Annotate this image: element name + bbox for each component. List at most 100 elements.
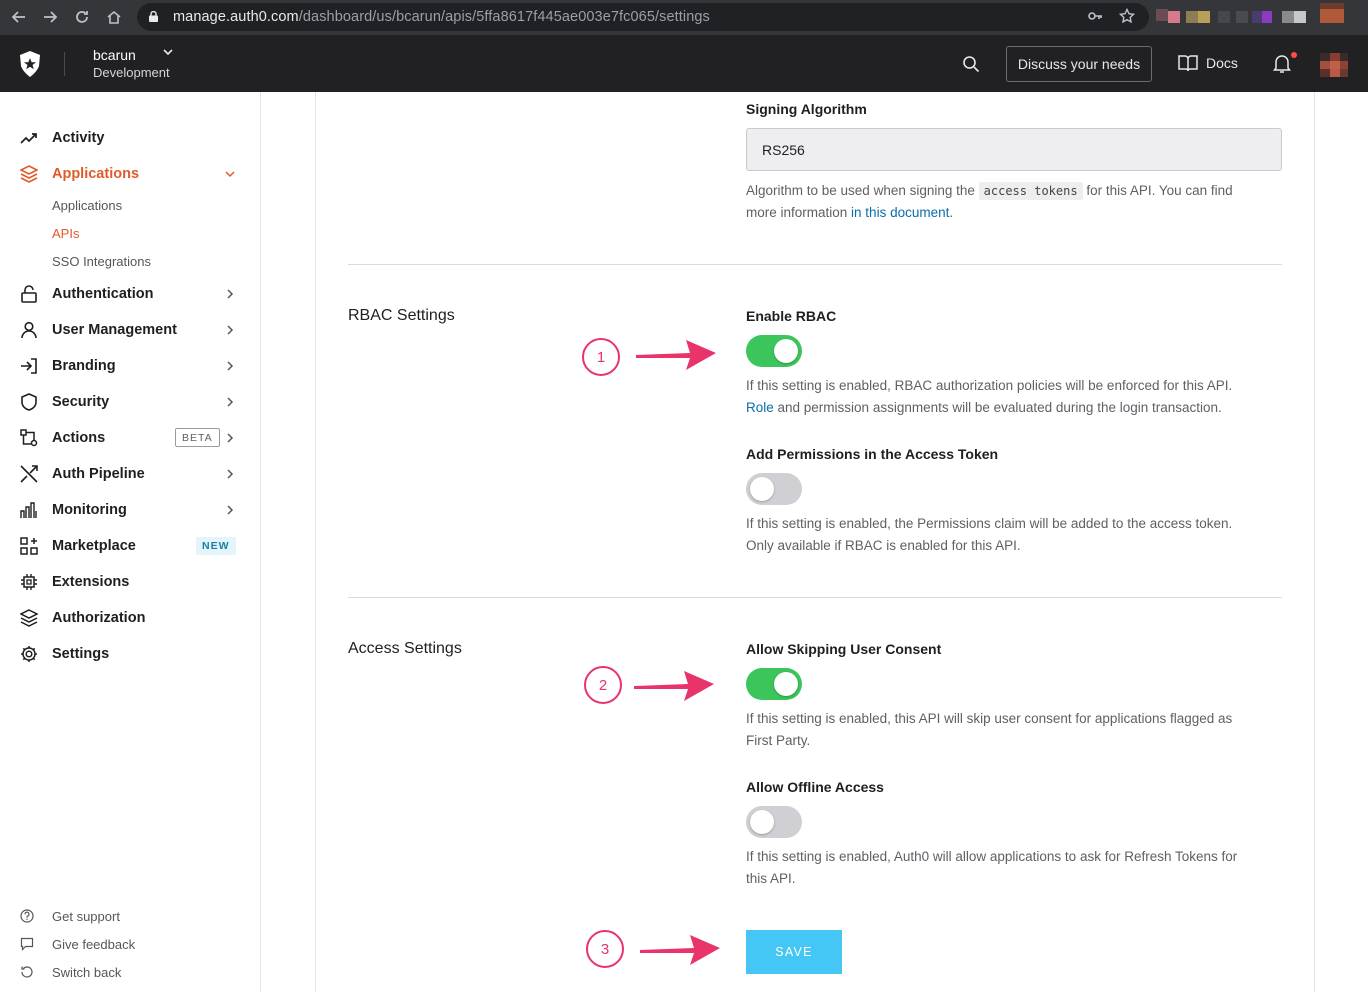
- sidebar-item-security[interactable]: Security: [0, 387, 260, 417]
- reload-icon[interactable]: [71, 6, 93, 28]
- refresh-icon: [21, 966, 33, 978]
- grid-plus-icon: [20, 537, 38, 555]
- sidebar-item-label: Auth Pipeline: [52, 466, 145, 482]
- chat-bubble-icon: [20, 937, 34, 951]
- sidebar-item-label: Marketplace: [52, 538, 136, 554]
- sidebar-item-monitoring[interactable]: Monitoring: [0, 495, 260, 525]
- sidebar-item-label: Monitoring: [52, 502, 127, 518]
- shield-icon: [21, 393, 37, 411]
- tenant-name[interactable]: bcarun: [93, 47, 136, 63]
- switch-back-label: Switch back: [52, 964, 122, 980]
- sidebar-item-label: Security: [52, 394, 110, 410]
- annotation-marker-3: 3: [586, 930, 624, 968]
- book-icon: [1178, 55, 1198, 72]
- sidebar-item-user-management[interactable]: User Management: [0, 315, 260, 345]
- chevron-down-icon[interactable]: [162, 46, 174, 58]
- lock-icon: [21, 285, 37, 303]
- chevron-right-icon: [227, 325, 234, 335]
- switch-back-link[interactable]: Switch back: [0, 961, 260, 983]
- access-settings-title: Access Settings: [348, 640, 462, 657]
- beta-badge: BETA: [175, 428, 220, 447]
- help-circle-icon: [20, 909, 34, 923]
- discuss-needs-button[interactable]: Discuss your needs: [1006, 46, 1152, 82]
- gear-icon: [21, 646, 37, 662]
- url-path: /dashboard/us/bcarun/apis/5ffa8617f445ae…: [298, 9, 710, 25]
- url-text: manage.auth0.com/dashboard/us/bcarun/api…: [173, 9, 710, 25]
- help-text-part: If this setting is enabled, the Permissi…: [746, 516, 1233, 531]
- help-text-part: .: [949, 205, 954, 220]
- app-header: bcarun Development Discuss your needs Do…: [0, 35, 1368, 92]
- extension-icons[interactable]: [1152, 3, 1368, 33]
- section-divider: [348, 264, 1282, 265]
- toggle-knob: [774, 672, 798, 696]
- back-icon[interactable]: [8, 6, 30, 28]
- offline-access-toggle[interactable]: [746, 806, 802, 838]
- access-tokens-code: access tokens: [978, 182, 1083, 200]
- add-permissions-help: If this setting is enabled, the Permissi…: [746, 513, 1282, 557]
- address-bar[interactable]: manage.auth0.com/dashboard/us/bcarun/api…: [137, 3, 1149, 31]
- sidebar-item-label: Extensions: [52, 574, 130, 590]
- get-support-label: Get support: [52, 908, 120, 924]
- layers-icon: [20, 165, 38, 183]
- login-arrow-icon: [21, 358, 37, 374]
- sidebar-item-settings[interactable]: Settings: [0, 639, 260, 669]
- key-icon[interactable]: [1087, 8, 1103, 28]
- chevron-right-icon: [227, 289, 234, 299]
- header-divider: [64, 52, 65, 76]
- sidebar-item-authorization[interactable]: Authorization: [0, 603, 260, 633]
- sidebar-item-applications[interactable]: Applications: [0, 159, 260, 189]
- sidebar-item-branding[interactable]: Branding: [0, 351, 260, 381]
- help-text-part: If this setting is enabled, Auth0 will a…: [746, 849, 1238, 864]
- give-feedback-link[interactable]: Give feedback: [0, 933, 260, 955]
- sidebar-item-label: Authentication: [52, 286, 154, 302]
- skip-consent-toggle[interactable]: [746, 668, 802, 700]
- sidebar-subitem-applications[interactable]: Applications: [52, 198, 122, 213]
- help-text-part: and permission assignments will be evalu…: [773, 400, 1222, 415]
- offline-access-help: If this setting is enabled, Auth0 will a…: [746, 846, 1282, 890]
- chevron-right-icon: [227, 469, 234, 479]
- avatar[interactable]: [1320, 53, 1348, 77]
- sidebar-subitem-sso-integrations[interactable]: SSO Integrations: [52, 254, 151, 269]
- add-permissions-toggle[interactable]: [746, 473, 802, 505]
- user-icon: [21, 321, 37, 339]
- help-text-part: If this setting is enabled, RBAC authori…: [746, 378, 1233, 393]
- toggle-knob: [750, 477, 774, 501]
- sidebar-item-actions[interactable]: Actions BETA: [0, 423, 260, 453]
- search-icon[interactable]: [962, 55, 980, 73]
- get-support-link[interactable]: Get support: [0, 905, 260, 927]
- browser-toolbar: manage.auth0.com/dashboard/us/bcarun/api…: [0, 0, 1368, 35]
- docs-label: Docs: [1206, 55, 1238, 71]
- bell-icon[interactable]: [1273, 54, 1291, 74]
- annotation-arrow-icon: [636, 340, 716, 370]
- in-this-document-link[interactable]: in this document: [851, 205, 949, 220]
- sidebar-item-activity[interactable]: Activity: [0, 123, 260, 153]
- home-icon[interactable]: [103, 6, 125, 28]
- tenant-environment: Development: [93, 65, 170, 80]
- enable-rbac-help: If this setting is enabled, RBAC authori…: [746, 375, 1282, 419]
- url-domain: manage.auth0.com: [173, 9, 299, 25]
- enable-rbac-label: Enable RBAC: [746, 308, 837, 324]
- sidebar-item-marketplace[interactable]: Marketplace NEW: [0, 531, 260, 561]
- toggle-knob: [774, 339, 798, 363]
- help-text-part: First Party.: [746, 733, 811, 748]
- stack-icon: [20, 609, 38, 627]
- docs-button[interactable]: Docs: [1178, 54, 1238, 72]
- add-permissions-label: Add Permissions in the Access Token: [746, 446, 999, 462]
- help-text-part: this API.: [746, 871, 796, 886]
- enable-rbac-toggle[interactable]: [746, 335, 802, 367]
- sidebar-subitem-apis[interactable]: APIs: [52, 226, 79, 241]
- save-button[interactable]: SAVE: [746, 930, 842, 974]
- sidebar-item-auth-pipeline[interactable]: Auth Pipeline: [0, 459, 260, 489]
- chevron-down-icon: [225, 171, 235, 178]
- sidebar-item-authentication[interactable]: Authentication: [0, 279, 260, 309]
- shuffle-icon: [20, 465, 38, 483]
- star-icon[interactable]: [1118, 7, 1136, 28]
- lock-icon: [149, 11, 158, 22]
- help-text-part: Only available if RBAC is enabled for th…: [746, 538, 1021, 553]
- new-badge: NEW: [196, 537, 236, 555]
- forward-icon[interactable]: [39, 6, 61, 28]
- give-feedback-label: Give feedback: [52, 936, 136, 952]
- sidebar-item-extensions[interactable]: Extensions: [0, 567, 260, 597]
- role-link[interactable]: Role: [746, 400, 774, 415]
- auth0-logo-icon[interactable]: [18, 51, 42, 77]
